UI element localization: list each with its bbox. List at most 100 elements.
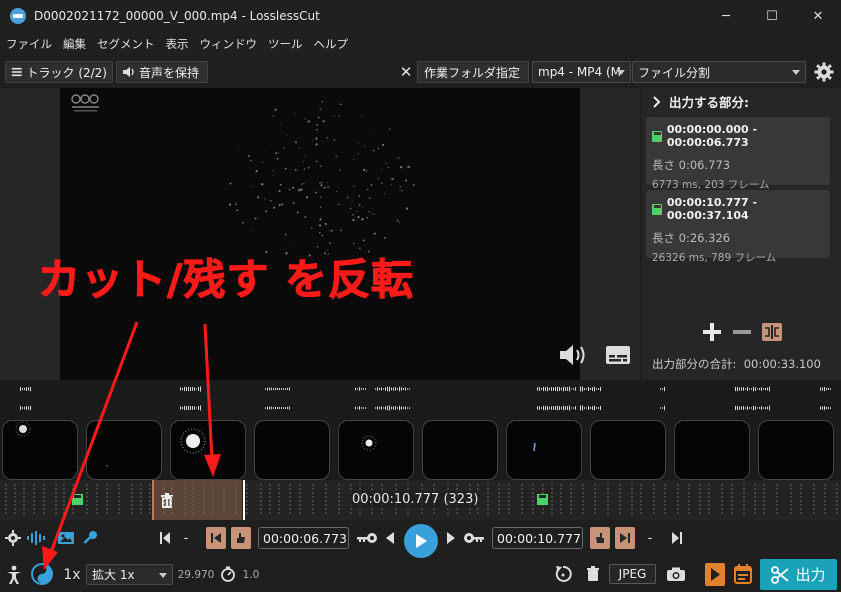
waveform-bar — [767, 406, 768, 410]
speaker-icon — [123, 67, 134, 77]
spark — [308, 166, 310, 169]
seek-segment-end-icon[interactable] — [615, 527, 635, 549]
menu-file[interactable]: ファイル — [6, 36, 52, 52]
menu-window[interactable]: ウィンドウ — [200, 36, 258, 52]
waveform-bar — [363, 388, 364, 390]
next-frame-icon[interactable] — [444, 529, 458, 547]
waveform-bar — [563, 405, 564, 411]
menu-view[interactable]: 表示 — [166, 36, 189, 52]
video-player[interactable] — [60, 88, 580, 380]
format-select[interactable]: mp4 - MP4 (M — [532, 61, 631, 83]
spark — [362, 168, 366, 172]
spark — [292, 201, 295, 204]
waveform-bar — [598, 407, 599, 409]
export-button[interactable]: 出力 — [760, 559, 837, 590]
playhead[interactable] — [243, 480, 245, 520]
jump-start-icon[interactable] — [158, 529, 172, 547]
seek-segment-start-icon[interactable] — [206, 527, 226, 549]
waveform-bar — [745, 388, 746, 390]
volume-icon[interactable] — [557, 342, 589, 368]
camera-icon[interactable] — [664, 563, 688, 585]
spark — [256, 196, 260, 199]
spark — [356, 211, 358, 212]
remove-segment-icon[interactable] — [730, 321, 754, 343]
keyframes-toggle-icon[interactable] — [80, 528, 100, 548]
spark — [361, 114, 363, 117]
waveform-bar — [553, 406, 554, 410]
waveform-bar — [755, 387, 756, 391]
waveform-bar — [28, 406, 29, 410]
waveform-bar — [759, 407, 760, 409]
menu-edit[interactable]: 編集 — [63, 36, 86, 52]
add-segment-icon[interactable] — [700, 321, 724, 343]
spark — [361, 218, 364, 221]
thumbnails-toggle-icon[interactable] — [56, 528, 76, 548]
thumbnail — [2, 420, 78, 480]
minimize-button[interactable]: ─ — [703, 0, 749, 32]
capture-format-button[interactable]: JPEG — [609, 564, 656, 584]
waveform-bar — [664, 386, 665, 392]
spark — [304, 118, 306, 120]
close-window-button[interactable]: ✕ — [795, 0, 841, 32]
rotate-icon[interactable] — [552, 563, 574, 585]
spark — [362, 206, 364, 208]
key-right-icon[interactable] — [462, 529, 486, 547]
spark — [294, 113, 296, 115]
spark — [314, 191, 316, 193]
trash-icon[interactable] — [584, 564, 602, 584]
split-segment-icon[interactable] — [760, 321, 784, 343]
menu-tools[interactable]: ツール — [268, 36, 303, 52]
calendar-icon[interactable] — [733, 563, 753, 585]
spark — [307, 120, 310, 123]
keep-audio-button[interactable]: 音声を保持 — [116, 61, 208, 83]
end-time-input[interactable]: 00:00:10.777 — [492, 527, 583, 549]
menu-segment[interactable]: セグメント — [97, 36, 155, 52]
menu-help[interactable]: ヘルプ — [314, 36, 349, 52]
playback-speed[interactable]: 1x — [62, 564, 82, 586]
waveform-bar — [747, 406, 748, 410]
media-export-icon[interactable] — [704, 562, 726, 587]
clear-work-folder-icon[interactable]: ✕ — [399, 63, 413, 81]
zoom-select[interactable]: 拡大 1x — [86, 564, 173, 585]
subtitles-icon[interactable] — [604, 344, 632, 366]
settings-gear-icon[interactable] — [813, 61, 835, 83]
waveform-bar — [830, 407, 831, 409]
spark — [326, 137, 328, 139]
output-total-label: 出力部分の合計: — [652, 357, 737, 371]
maximize-button[interactable]: ☐ — [749, 0, 795, 32]
spark — [362, 239, 365, 242]
set-end-hand-icon[interactable] — [590, 527, 610, 549]
end-dash: - — [647, 530, 653, 546]
mode-select[interactable]: ファイル分割 — [632, 61, 806, 83]
fps-multiplier[interactable]: 1.0 — [241, 567, 261, 583]
waveform-bar — [409, 388, 410, 390]
spark — [367, 188, 369, 191]
tracks-button[interactable]: トラック (2/2) — [5, 61, 113, 83]
invert-cut-mode-icon[interactable] — [30, 562, 54, 586]
waveform-bar — [180, 406, 181, 410]
spark — [278, 151, 280, 153]
fps-value[interactable]: 29.970 — [177, 567, 215, 583]
timer-icon[interactable] — [219, 565, 237, 583]
play-button[interactable] — [404, 524, 438, 558]
waveform-bar — [375, 407, 376, 409]
work-folder-button[interactable]: 作業フォルダ指定 — [417, 61, 529, 83]
waveform-bar — [588, 386, 589, 391]
waveform-bar — [385, 406, 386, 410]
waveform-bar — [765, 406, 766, 410]
set-start-hand-icon[interactable] — [231, 527, 251, 549]
spark — [353, 159, 355, 161]
settings-small-icon[interactable] — [4, 529, 22, 547]
waveform-toggle-icon[interactable] — [26, 529, 46, 547]
segment-card-2[interactable]: 00:00:10.777 - 00:00:37.104 長さ 0:26.326 … — [646, 190, 830, 264]
segments-header[interactable]: 出力する部分: — [652, 92, 749, 111]
accessibility-icon[interactable] — [4, 564, 24, 586]
key-left-icon[interactable] — [355, 529, 379, 547]
prev-frame-icon[interactable] — [383, 529, 397, 547]
timeline-track[interactable]: 00:00:10.777 (323) — [0, 480, 841, 520]
start-time-input[interactable]: 00:00:06.773 — [258, 527, 349, 549]
segment-card-1[interactable]: 00:00:00.000 - 00:00:06.773 長さ 0:06.773 … — [646, 117, 830, 191]
save-icon — [652, 203, 662, 215]
timeline-strip[interactable]: 00:00:10.777 (323) — [0, 380, 841, 520]
jump-end-icon[interactable] — [670, 529, 684, 547]
